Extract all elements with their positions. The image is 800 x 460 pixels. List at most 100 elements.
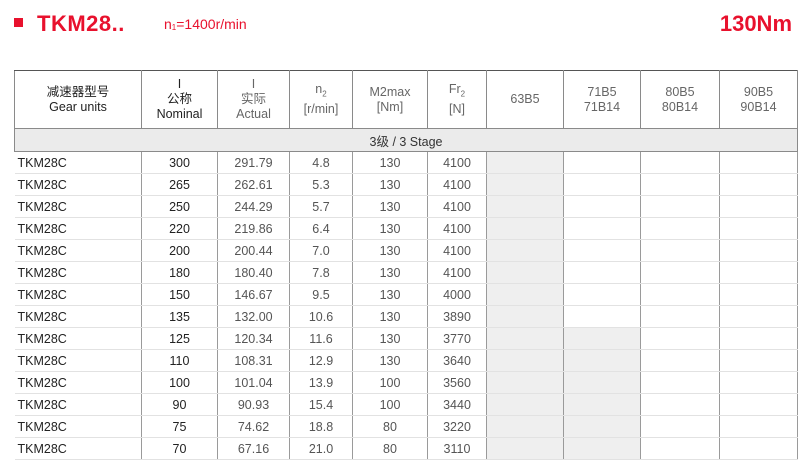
cell-motor-90 — [719, 305, 798, 328]
col-header-nominal: I 公称 Nominal — [141, 70, 218, 129]
cell-motor-80 — [640, 217, 720, 240]
cell-output-speed: 9.5 — [289, 283, 353, 306]
cell-radial-load: 3110 — [427, 437, 487, 460]
cell-nominal-ratio: 70 — [141, 437, 218, 460]
cell-model: TKM28C — [14, 283, 142, 306]
cell-nominal-ratio: 265 — [141, 173, 218, 196]
cell-nominal-ratio: 150 — [141, 283, 218, 306]
cell-motor-80 — [640, 261, 720, 284]
cell-model: TKM28C — [14, 305, 142, 328]
col-header-n2: n2 [r/min] — [289, 70, 353, 129]
table-row: TKM28C 70 67.16 21.0 80 3110 — [14, 437, 798, 460]
col-header-m2max: M2max [Nm] — [352, 70, 428, 129]
input-speed-symbol: n — [164, 16, 172, 32]
cell-motor-63b5 — [486, 371, 564, 394]
table-row: TKM28C 75 74.62 18.8 80 3220 — [14, 415, 798, 438]
cell-output-speed: 7.8 — [289, 261, 353, 284]
cell-motor-80 — [640, 195, 720, 218]
cell-radial-load: 4100 — [427, 151, 487, 174]
cell-nominal-ratio: 220 — [141, 217, 218, 240]
col-header-line: Fr2 — [428, 82, 486, 102]
col-header-motor-90: 90B5 90B14 — [719, 70, 798, 129]
cell-motor-90 — [719, 415, 798, 438]
col-header-line: 实际 — [240, 92, 266, 106]
cell-motor-63b5 — [486, 437, 564, 460]
cell-motor-80 — [640, 437, 720, 460]
table-row: TKM28C 135 132.00 10.6 130 3890 — [14, 305, 798, 328]
cell-motor-71 — [563, 283, 641, 306]
col-header-line: 80B14 — [661, 99, 699, 114]
cell-radial-load: 3220 — [427, 415, 487, 438]
cell-motor-90 — [719, 195, 798, 218]
cell-output-speed: 11.6 — [289, 327, 353, 350]
cell-motor-80 — [640, 415, 720, 438]
col-header-line: I — [177, 77, 182, 91]
cell-actual-ratio: 146.67 — [217, 283, 290, 306]
cell-motor-90 — [719, 393, 798, 416]
cell-nominal-ratio: 180 — [141, 261, 218, 284]
cell-output-speed: 5.3 — [289, 173, 353, 196]
col-header-line: 80B5 — [665, 84, 695, 99]
fr2-subscript: 2 — [460, 89, 466, 99]
col-header-line: 71B14 — [583, 99, 621, 114]
cell-radial-load: 3770 — [427, 327, 487, 350]
cell-output-speed: 12.9 — [289, 349, 353, 372]
cell-motor-90 — [719, 437, 798, 460]
cell-output-speed: 13.9 — [289, 371, 353, 394]
cell-motor-90 — [719, 151, 798, 174]
cell-model: TKM28C — [14, 327, 142, 350]
cell-motor-63b5 — [486, 261, 564, 284]
cell-model: TKM28C — [14, 371, 142, 394]
cell-model: TKM28C — [14, 173, 142, 196]
cell-max-torque: 80 — [352, 437, 428, 460]
cell-model: TKM28C — [14, 415, 142, 438]
col-header-motor-80: 80B5 80B14 — [640, 70, 720, 129]
col-header-line: 71B5 — [587, 84, 617, 99]
cell-motor-63b5 — [486, 349, 564, 372]
cell-actual-ratio: 74.62 — [217, 415, 290, 438]
cell-model: TKM28C — [14, 239, 142, 262]
input-speed: n1=1400r/min — [164, 16, 247, 32]
cell-nominal-ratio: 135 — [141, 305, 218, 328]
cell-nominal-ratio: 110 — [141, 349, 218, 372]
cell-motor-71 — [563, 437, 641, 460]
col-header-actual: I 实际 Actual — [217, 70, 290, 129]
cell-model: TKM28C — [14, 217, 142, 240]
cell-radial-load: 3560 — [427, 371, 487, 394]
cell-motor-80 — [640, 305, 720, 328]
cell-motor-90 — [719, 217, 798, 240]
col-header-line: 63B5 — [510, 92, 540, 106]
cell-motor-63b5 — [486, 393, 564, 416]
table-row: TKM28C 220 219.86 6.4 130 4100 — [14, 217, 798, 240]
max-torque: 130Nm — [719, 11, 792, 36]
cell-motor-80 — [640, 173, 720, 196]
col-header-line: [N] — [449, 101, 465, 116]
cell-nominal-ratio: 75 — [141, 415, 218, 438]
cell-radial-load: 4100 — [427, 261, 487, 284]
table-row: TKM28C 100 101.04 13.9 100 3560 — [14, 371, 798, 394]
cell-motor-71 — [563, 349, 641, 372]
cell-model: TKM28C — [14, 349, 142, 372]
table-row: TKM28C 265 262.61 5.3 130 4100 — [14, 173, 798, 196]
cell-motor-63b5 — [486, 415, 564, 438]
cell-motor-80 — [640, 393, 720, 416]
stage-row: 3级 / 3 Stage — [14, 128, 798, 152]
cell-motor-90 — [719, 349, 798, 372]
cell-motor-63b5 — [486, 217, 564, 240]
cell-motor-80 — [640, 327, 720, 350]
input-speed-value: =1400r/min — [176, 16, 247, 32]
table-body: 3级 / 3 Stage TKM28C 300 291.79 4.8 130 4100 TK… — [14, 128, 798, 460]
cell-motor-71 — [563, 173, 641, 196]
cell-max-torque: 130 — [352, 305, 428, 328]
cell-motor-71 — [563, 415, 641, 438]
cell-actual-ratio: 291.79 — [217, 151, 290, 174]
cell-max-torque: 130 — [352, 217, 428, 240]
cell-motor-90 — [719, 261, 798, 284]
cell-max-torque: 130 — [352, 327, 428, 350]
col-header-line: Actual — [236, 107, 271, 121]
cell-actual-ratio: 219.86 — [217, 217, 290, 240]
cell-actual-ratio: 90.93 — [217, 393, 290, 416]
cell-motor-80 — [640, 349, 720, 372]
n2-subscript: 2 — [322, 89, 327, 99]
cell-motor-63b5 — [486, 327, 564, 350]
